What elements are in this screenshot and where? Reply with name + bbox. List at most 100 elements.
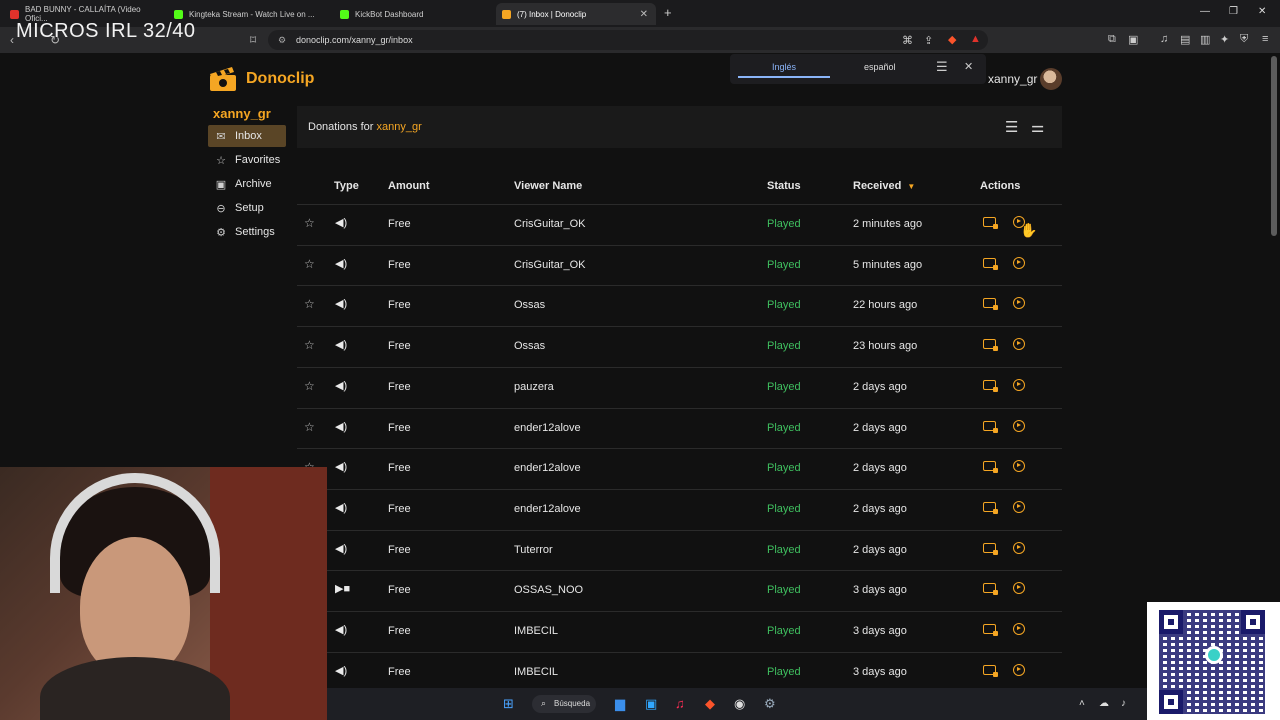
replay-action-icon[interactable] bbox=[1013, 378, 1025, 391]
replay-action-icon[interactable] bbox=[1013, 338, 1025, 351]
brave-shield-icon[interactable]: ◆ bbox=[948, 33, 956, 46]
table-row[interactable]: ☆ ◀) Free pauzera Played 2 days ago bbox=[297, 366, 1062, 408]
cloud-icon[interactable]: ☁ bbox=[1099, 698, 1109, 709]
tray-chevron-icon[interactable]: ˄ bbox=[1079, 698, 1085, 709]
photoshop-icon[interactable]: ▣ bbox=[645, 696, 657, 712]
replay-action-icon[interactable] bbox=[1013, 460, 1025, 473]
archive-action-icon[interactable] bbox=[983, 339, 998, 352]
archive-action-icon[interactable] bbox=[983, 420, 998, 433]
table-row[interactable]: ☆◀)Freeender12alovePlayed2 days ago bbox=[297, 407, 1062, 449]
page-scrollbar[interactable] bbox=[1271, 56, 1277, 236]
taskbar: ⊞ ⌕ Búsqueda ▆ ▣ ♫ ◆ ◉ ⚙ ˄ ☁ ♪ bbox=[327, 688, 1147, 720]
avatar[interactable] bbox=[1040, 68, 1062, 90]
archive-action-icon[interactable] bbox=[983, 542, 998, 555]
settings-app-icon[interactable]: ⚙ bbox=[764, 696, 776, 712]
brave-browser-icon[interactable]: ◆ bbox=[705, 696, 715, 712]
username[interactable]: xanny_gr bbox=[988, 72, 1037, 86]
lang-option-target[interactable]: español bbox=[864, 62, 896, 72]
music-icon[interactable]: ♫ bbox=[1160, 33, 1168, 45]
replay-action-icon[interactable] bbox=[1013, 256, 1025, 269]
sidebar-icon[interactable]: ▤ bbox=[1180, 33, 1190, 46]
windows-start-icon[interactable]: ⊞ bbox=[503, 696, 514, 712]
table-row[interactable]: ☆◀)Freeender12alovePlayed2 days ago bbox=[297, 488, 1062, 530]
translate-icon[interactable]: ⌘ bbox=[902, 34, 913, 47]
music-app-icon[interactable]: ♫ bbox=[675, 696, 685, 711]
table-row[interactable]: ☆ ◀) Free CrisGuitar_OK Played 5 minutes ago bbox=[297, 244, 1062, 286]
close-window-icon[interactable]: ✕ bbox=[1258, 6, 1266, 17]
close-translate-icon[interactable]: ✕ bbox=[964, 60, 973, 73]
menu-icon[interactable]: ≡ bbox=[1262, 33, 1268, 45]
donoclip-logo[interactable]: Donoclip bbox=[208, 65, 314, 93]
close-tab-icon[interactable]: ✕ bbox=[640, 9, 648, 20]
extensions-icon[interactable]: ⧉ bbox=[1108, 33, 1116, 46]
sidebar-item-settings[interactable]: ⚙ Settings bbox=[208, 221, 286, 243]
file-explorer-icon[interactable]: ▆ bbox=[615, 696, 625, 712]
sidebar-item-archive[interactable]: ▣ Archive bbox=[208, 173, 286, 195]
translate-menu-icon[interactable]: ☰ bbox=[936, 59, 948, 75]
minimize-icon[interactable]: — bbox=[1200, 6, 1210, 17]
sidebar-item-favorites[interactable]: ☆ Favorites bbox=[208, 149, 286, 171]
url-field[interactable]: ⚙ donoclip.com/xanny_gr/inbox ⌘ ⇪ ◆ ▲ bbox=[268, 30, 988, 50]
replay-action-icon[interactable] bbox=[1013, 663, 1025, 676]
archive-action-icon[interactable] bbox=[983, 379, 998, 392]
favorite-star-icon[interactable]: ☆ bbox=[304, 379, 315, 393]
favorite-star-icon[interactable]: ☆ bbox=[304, 297, 315, 311]
wallet2-icon[interactable]: ▥ bbox=[1200, 33, 1210, 46]
sidebar-item-label: Inbox bbox=[235, 130, 262, 142]
filter-icon[interactable]: ☰ bbox=[1005, 118, 1018, 136]
replay-action-icon[interactable] bbox=[1013, 297, 1025, 310]
column-header-viewer[interactable]: Viewer Name bbox=[514, 180, 582, 192]
replay-action-icon[interactable] bbox=[1013, 419, 1025, 432]
favorite-star-icon[interactable]: ☆ bbox=[304, 420, 315, 434]
table-row[interactable]: ☆▶■FreeOSSAS_NOOPlayed3 days ago bbox=[297, 570, 1062, 611]
sliders-icon[interactable]: ⚌ bbox=[1031, 118, 1044, 136]
mic-icon[interactable]: ♪ bbox=[1121, 698, 1126, 709]
site-info-icon[interactable]: ⚙ bbox=[278, 35, 286, 46]
table-row[interactable]: ☆◀)Freeender12alovePlayed2 days ago bbox=[297, 448, 1062, 489]
back-icon[interactable]: ‹ bbox=[10, 33, 14, 47]
table-row[interactable]: ☆ ◀) Free CrisGuitar_OK Played 2 minutes ago bbox=[297, 204, 1062, 245]
bookmark-icon[interactable]: ⌑ bbox=[250, 33, 256, 47]
archive-action-icon[interactable] bbox=[983, 257, 998, 270]
browser-tab-active[interactable]: (7) Inbox | Donoclip ✕ bbox=[496, 3, 656, 25]
sidebar-item-inbox[interactable]: ✉ Inbox bbox=[208, 125, 286, 147]
favorite-star-icon[interactable]: ☆ bbox=[304, 216, 315, 230]
browser-tab[interactable]: KickBot Dashboard bbox=[334, 3, 494, 25]
vpn-icon[interactable]: ⛨ bbox=[1240, 33, 1248, 46]
wallet-icon[interactable]: ▣ bbox=[1128, 33, 1138, 46]
kick-icon bbox=[174, 9, 183, 19]
archive-action-icon[interactable] bbox=[983, 501, 998, 514]
column-header-type[interactable]: Type bbox=[334, 180, 359, 192]
logo-text: Donoclip bbox=[246, 70, 315, 87]
share-icon[interactable]: ⇪ bbox=[924, 34, 933, 47]
archive-action-icon[interactable] bbox=[983, 624, 998, 636]
replay-action-icon[interactable] bbox=[1013, 500, 1025, 513]
table-row[interactable]: ☆◀)FreeTuterrorPlayed2 days ago bbox=[297, 529, 1062, 571]
table-row[interactable]: ☆◀)FreeIMBECILPlayed3 days ago bbox=[297, 651, 1062, 693]
table-row[interactable]: ☆ ◀) Free Ossas Played 22 hours ago bbox=[297, 285, 1062, 326]
ai-icon[interactable]: ✦ bbox=[1220, 33, 1229, 46]
sidebar-item-setup[interactable]: ⊖ Setup bbox=[208, 197, 286, 219]
column-header-amount[interactable]: Amount bbox=[388, 180, 430, 192]
archive-action-icon[interactable] bbox=[983, 583, 998, 596]
taskbar-search[interactable]: ⌕ Búsqueda bbox=[532, 695, 596, 713]
brave-rewards-icon[interactable]: ▲ bbox=[970, 33, 981, 45]
table-row[interactable]: ☆ ◀) Free Ossas Played 23 hours ago bbox=[297, 326, 1062, 367]
archive-action-icon[interactable] bbox=[983, 217, 998, 229]
lang-option-source[interactable]: Inglés bbox=[772, 62, 796, 72]
column-header-status[interactable]: Status bbox=[767, 180, 801, 192]
obs-icon[interactable]: ◉ bbox=[734, 696, 745, 712]
replay-action-icon[interactable] bbox=[1013, 582, 1025, 595]
archive-action-icon[interactable] bbox=[983, 664, 998, 677]
archive-action-icon[interactable] bbox=[983, 461, 998, 474]
replay-action-icon[interactable] bbox=[1013, 623, 1025, 635]
replay-action-icon[interactable] bbox=[1013, 541, 1025, 554]
archive-action-icon[interactable] bbox=[983, 298, 998, 311]
table-row[interactable]: ☆◀)FreeIMBECILPlayed3 days ago bbox=[297, 611, 1062, 652]
new-tab-icon[interactable]: + bbox=[664, 5, 672, 20]
maximize-icon[interactable]: ❐ bbox=[1229, 6, 1238, 17]
favorite-star-icon[interactable]: ☆ bbox=[304, 257, 315, 271]
column-header-received[interactable]: Received ▼ bbox=[853, 180, 915, 192]
favorite-star-icon[interactable]: ☆ bbox=[304, 338, 315, 352]
amount-cell: Free bbox=[388, 665, 411, 678]
